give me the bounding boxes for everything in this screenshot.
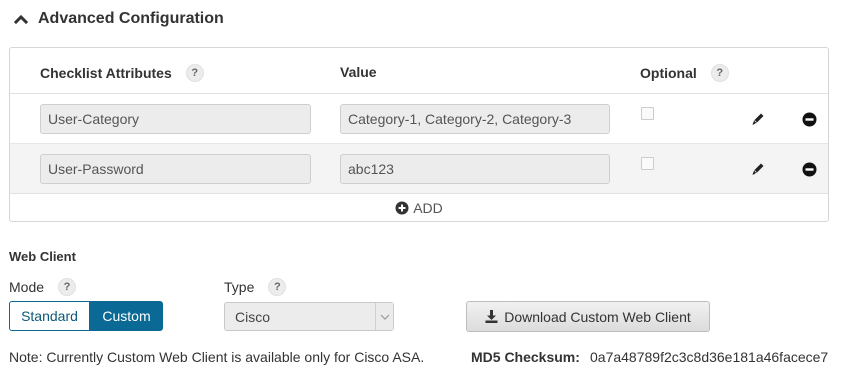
value-field[interactable]: abc123	[340, 154, 610, 184]
help-icon[interactable]: ?	[710, 64, 729, 82]
download-label: Download Custom Web Client	[504, 308, 691, 325]
plus-circle-icon	[395, 201, 409, 215]
mode-label-group: Mode ?	[9, 277, 77, 297]
mode-label: Mode	[9, 279, 45, 295]
header-optional: Optional ?	[640, 64, 729, 82]
type-select-value: Cisco	[235, 308, 271, 325]
add-label: ADD	[413, 200, 443, 216]
md5-label: MD5 Checksum:	[471, 349, 580, 365]
pencil-icon[interactable]	[750, 161, 766, 177]
caret-down-icon[interactable]	[375, 303, 393, 330]
header-optional-label: Optional	[640, 65, 697, 81]
help-icon[interactable]: ?	[268, 278, 287, 296]
type-label: Type	[224, 279, 255, 295]
header-attribute-label: Checklist Attributes	[40, 65, 172, 81]
type-label-group: Type ?	[224, 277, 287, 297]
advanced-config-header[interactable]: Advanced Configuration	[13, 8, 224, 30]
table-row: User-Password abc123	[10, 144, 828, 194]
optional-checkbox[interactable]	[641, 157, 654, 170]
checklist-attributes-table: Checklist Attributes ? Value Optional ? …	[9, 47, 829, 222]
attribute-field[interactable]: User-Category	[40, 104, 311, 134]
add-attribute-button[interactable]: ADD	[10, 194, 828, 222]
optional-checkbox[interactable]	[641, 107, 654, 120]
mode-standard-button[interactable]: Standard	[9, 301, 90, 331]
pencil-icon[interactable]	[750, 111, 766, 127]
help-icon[interactable]: ?	[58, 278, 77, 296]
type-select[interactable]: Cisco	[224, 302, 394, 331]
attribute-field[interactable]: User-Password	[40, 154, 311, 184]
section-title: Advanced Configuration	[38, 10, 224, 27]
web-client-note: Note: Currently Custom Web Client is ava…	[9, 349, 425, 365]
minus-circle-icon[interactable]	[802, 162, 817, 177]
header-attribute: Checklist Attributes ?	[40, 64, 204, 82]
md5-value: 0a7a48789f2c3c8d36e181a46facece7	[590, 349, 829, 365]
table-header: Checklist Attributes ? Value Optional ?	[10, 48, 828, 94]
chevron-up-icon[interactable]	[13, 12, 29, 26]
minus-circle-icon[interactable]	[802, 112, 817, 127]
table-row: User-Category Category-1, Category-2, Ca…	[10, 94, 828, 144]
download-icon	[485, 310, 498, 323]
header-value: Value	[340, 64, 377, 80]
web-client-title: Web Client	[9, 249, 76, 264]
value-field[interactable]: Category-1, Category-2, Category-3	[340, 104, 610, 134]
mode-toggle: Standard Custom	[9, 301, 163, 331]
download-web-client-button[interactable]: Download Custom Web Client	[466, 301, 710, 332]
help-icon[interactable]: ?	[185, 64, 204, 82]
header-value-label: Value	[340, 64, 377, 80]
mode-custom-button[interactable]: Custom	[90, 301, 163, 331]
